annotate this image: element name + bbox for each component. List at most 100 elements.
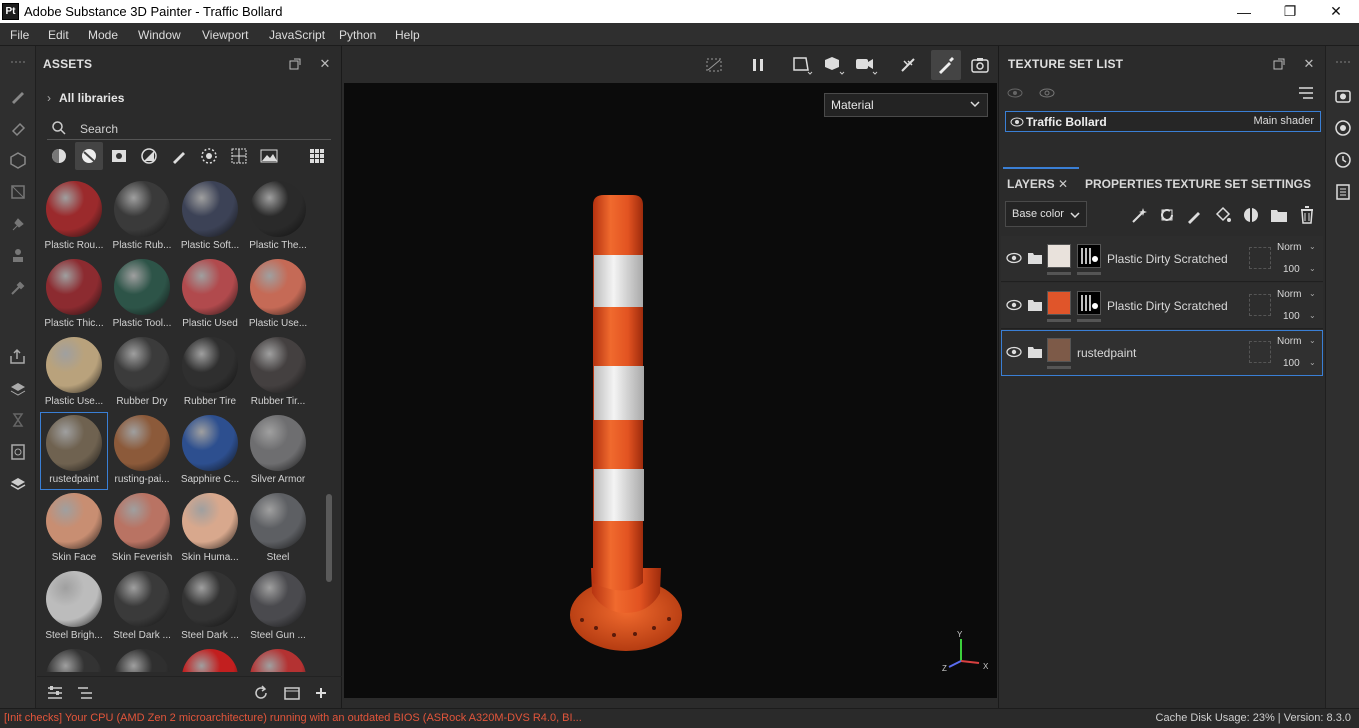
- eye-outline-icon[interactable]: [1039, 85, 1055, 101]
- asset-thumbnail[interactable]: Steel Dark ...: [176, 568, 244, 646]
- asset-thumbnail[interactable]: Plastic Soft...: [176, 178, 244, 256]
- asset-thumbnail[interactable]: Steel: [244, 490, 312, 568]
- asset-thumbnail[interactable]: rusting-pai...: [108, 412, 176, 490]
- add-mask-with-icon[interactable]: [1241, 205, 1261, 225]
- mask-thumbnail[interactable]: [1077, 244, 1101, 268]
- layer-mask-slot[interactable]: [1249, 294, 1271, 316]
- menu-viewport[interactable]: Viewport: [202, 28, 248, 42]
- clone-stamp-icon[interactable]: [6, 244, 30, 268]
- layer-row[interactable]: Plastic Dirty Scratched Norm ⌄ 100 ⌄: [1001, 236, 1323, 282]
- blend-mode[interactable]: Norm: [1277, 336, 1301, 347]
- asset-thumbnail[interactable]: Rubber Tire: [176, 334, 244, 412]
- folder-icon[interactable]: [1027, 345, 1043, 359]
- asset-thumbnail[interactable]: Plastic Use...: [244, 256, 312, 334]
- asset-thumbnail[interactable]: Steel Gun ...: [244, 568, 312, 646]
- layer-opacity[interactable]: 100: [1283, 358, 1300, 369]
- tab-properties[interactable]: PROPERTIES: [1085, 177, 1162, 191]
- layer-opacity[interactable]: 100: [1283, 311, 1300, 322]
- layer-thumbnail[interactable]: [1047, 291, 1071, 315]
- menu-python[interactable]: Python: [339, 28, 376, 42]
- texture-set-row[interactable]: Traffic Bollard Main shader: [1005, 111, 1321, 132]
- environments-icon[interactable]: [255, 142, 283, 170]
- filter-options-icon[interactable]: [47, 685, 63, 701]
- asset-thumbnail[interactable]: Silver Armor: [244, 412, 312, 490]
- close-panel-icon[interactable]: ✕: [317, 56, 333, 72]
- blend-mode[interactable]: Norm: [1277, 242, 1301, 253]
- paint-brush-icon[interactable]: [6, 84, 30, 108]
- minimize-button[interactable]: —: [1221, 0, 1267, 23]
- folder-icon[interactable]: [1027, 298, 1043, 312]
- mask-thumbnail[interactable]: [1077, 291, 1101, 315]
- camera-frame-icon[interactable]: [789, 52, 815, 78]
- delete-icon[interactable]: [1297, 205, 1317, 225]
- menu-file[interactable]: File: [10, 28, 29, 42]
- asset-thumbnail[interactable]: Plastic Rou...: [40, 178, 108, 256]
- asset-thumbnail[interactable]: Rubber Tir...: [244, 334, 312, 412]
- texture-set-shader[interactable]: Main shader: [1253, 115, 1314, 127]
- history-icon[interactable]: [6, 408, 30, 432]
- asset-thumbnail[interactable]: Skin Huma...: [176, 490, 244, 568]
- layer-mask-slot[interactable]: [1249, 247, 1271, 269]
- menu-icon[interactable]: [1298, 85, 1314, 101]
- blend-mode[interactable]: Norm: [1277, 289, 1301, 300]
- list-view-icon[interactable]: [77, 685, 93, 701]
- settings-icon[interactable]: [1331, 84, 1355, 108]
- asset-thumbnail[interactable]: Plastic Tool...: [108, 256, 176, 334]
- asset-thumbnail[interactable]: Plastic Rub...: [108, 178, 176, 256]
- pause-icon[interactable]: [745, 52, 771, 78]
- layer-thumbnail[interactable]: [1047, 338, 1071, 362]
- close-panel-icon[interactable]: ✕: [1301, 56, 1317, 72]
- layer-mask-slot[interactable]: [1249, 341, 1271, 363]
- asset-thumbnail[interactable]: Skin Face: [40, 490, 108, 568]
- layer-opacity[interactable]: 100: [1283, 264, 1300, 275]
- add-effect-icon[interactable]: [1129, 205, 1149, 225]
- materials-icon[interactable]: [45, 142, 73, 170]
- eye-icon[interactable]: [1005, 345, 1023, 359]
- eye-icon[interactable]: [1010, 117, 1024, 127]
- smudge-icon[interactable]: [6, 212, 30, 236]
- history-icon[interactable]: [1331, 148, 1355, 172]
- status-message[interactable]: [Init checks] Your CPU (AMD Zen 2 microa…: [4, 712, 582, 724]
- asset-thumbnail[interactable]: Plastic The...: [244, 178, 312, 256]
- folder-icon[interactable]: [1027, 251, 1043, 265]
- video-camera-icon[interactable]: [853, 52, 879, 78]
- alphas-icon[interactable]: [195, 142, 223, 170]
- asset-thumbnail[interactable]: [176, 646, 244, 672]
- asset-thumbnail[interactable]: Rubber Dry: [108, 334, 176, 412]
- procedurals-icon[interactable]: [225, 142, 253, 170]
- eye-icon[interactable]: [1005, 298, 1023, 312]
- menu-edit[interactable]: Edit: [48, 28, 69, 42]
- projection-icon[interactable]: [6, 148, 30, 172]
- display-settings-icon[interactable]: [6, 440, 30, 464]
- undock-icon[interactable]: [1271, 56, 1287, 72]
- polygon-fill-icon[interactable]: [6, 180, 30, 204]
- scroll-thumb[interactable]: [326, 494, 332, 582]
- search-input[interactable]: Search: [47, 118, 331, 140]
- close-tab-icon[interactable]: ✕: [1058, 177, 1068, 191]
- asset-thumbnail[interactable]: [40, 646, 108, 672]
- asset-thumbnail[interactable]: Steel Brigh...: [40, 568, 108, 646]
- add-icon[interactable]: [313, 685, 329, 701]
- paint-icon[interactable]: [931, 50, 961, 80]
- textures-icon[interactable]: [105, 142, 133, 170]
- asset-thumbnail[interactable]: Plastic Thic...: [40, 256, 108, 334]
- layer-name[interactable]: rustedpaint: [1077, 346, 1136, 360]
- menu-window[interactable]: Window: [138, 28, 181, 42]
- asset-thumbnail[interactable]: [244, 646, 312, 672]
- symmetry-icon[interactable]: [895, 52, 921, 78]
- library-selector[interactable]: › All libraries: [47, 88, 124, 108]
- color-picker-icon[interactable]: [6, 276, 30, 300]
- viewport-3d[interactable]: Material Y X Z: [344, 83, 997, 698]
- screenshot-icon[interactable]: [967, 52, 993, 78]
- layer-name[interactable]: Plastic Dirty Scratched: [1107, 252, 1228, 266]
- bake-icon[interactable]: [6, 376, 30, 400]
- layer-name[interactable]: Plastic Dirty Scratched: [1107, 299, 1228, 313]
- asset-thumbnail[interactable]: Sapphire C...: [176, 412, 244, 490]
- add-fill-layer-icon[interactable]: [1213, 205, 1233, 225]
- masks-icon[interactable]: [135, 142, 163, 170]
- add-folder-icon[interactable]: [1269, 205, 1289, 225]
- maximize-button[interactable]: ❐: [1267, 0, 1313, 23]
- smart-materials-icon[interactable]: [75, 142, 103, 170]
- layer-thumbnail[interactable]: [1047, 244, 1071, 268]
- eye-icon[interactable]: [1005, 251, 1023, 265]
